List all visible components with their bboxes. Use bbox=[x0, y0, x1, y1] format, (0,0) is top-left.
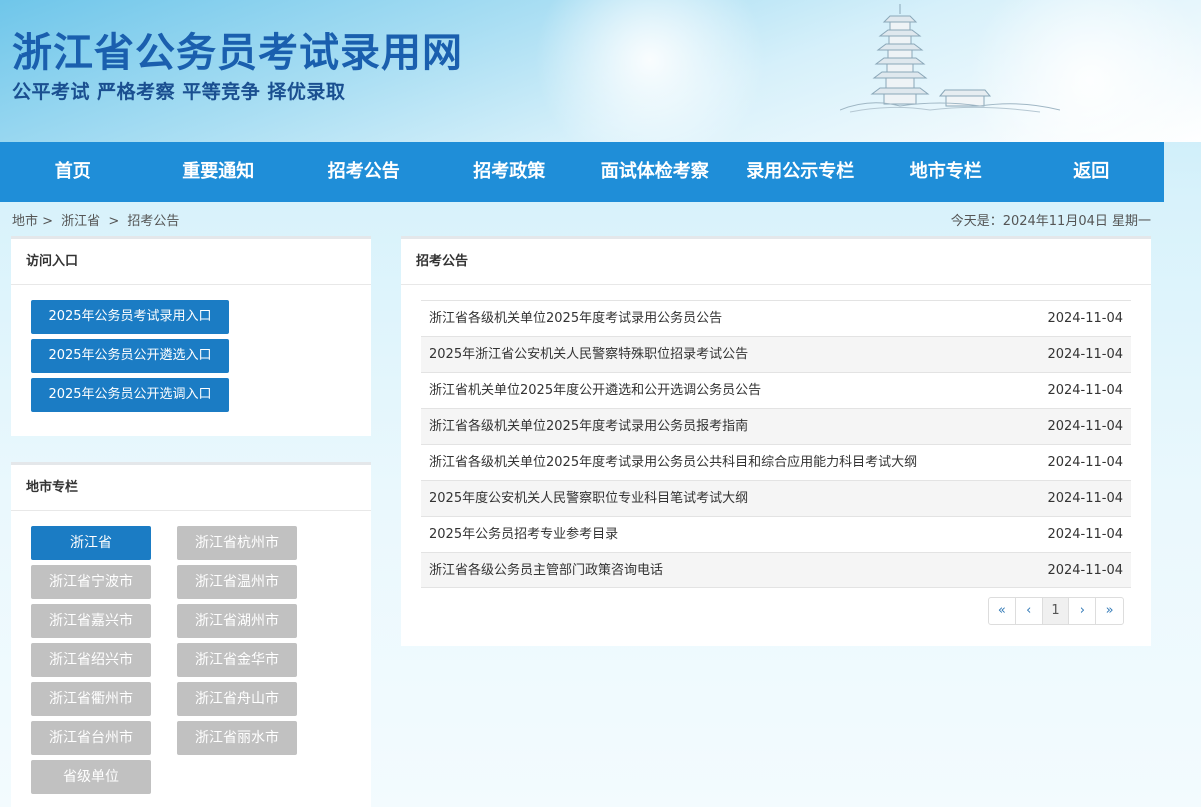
news-item-date: 2024-11-04 bbox=[1047, 455, 1123, 470]
selection-entry-button[interactable]: 2025年公务员公开遴选入口 bbox=[31, 339, 229, 373]
news-item: 浙江省各级公务员主管部门政策咨询电话 2024-11-04 bbox=[421, 552, 1131, 588]
pagoda-illustration bbox=[840, 4, 1060, 113]
city-button-huzhou[interactable]: 浙江省湖州市 bbox=[177, 604, 297, 638]
site-title: 浙江省公务员考试录用网 bbox=[12, 30, 463, 76]
nav-item-home[interactable]: 首页 bbox=[0, 142, 146, 202]
news-item: 浙江省各级机关单位2025年度考试录用公务员公告 2024-11-04 bbox=[421, 300, 1131, 336]
banner-glow bbox=[520, 0, 780, 142]
news-item-title[interactable]: 浙江省各级机关单位2025年度考试录用公务员公共科目和综合应用能力科目考试大纲 bbox=[429, 455, 917, 470]
news-item: 浙江省各级机关单位2025年度考试录用公务员报考指南 2024-11-04 bbox=[421, 408, 1131, 444]
pagination: « ‹ 1 › » bbox=[988, 597, 1124, 625]
city-panel: 地市专栏 浙江省 浙江省杭州市 浙江省宁波市 浙江省温州市 浙江省嘉兴市 浙江省… bbox=[11, 462, 371, 807]
main-nav: 首页 重要通知 招考公告 招考政策 面试体检考察 录用公示专栏 地市专栏 返回 bbox=[0, 142, 1164, 202]
news-item-title[interactable]: 浙江省机关单位2025年度公开遴选和公开选调公务员公告 bbox=[429, 383, 761, 398]
news-item: 2025年度公安机关人民警察职位专业科目笔试考试大纲 2024-11-04 bbox=[421, 480, 1131, 516]
news-item-title[interactable]: 浙江省各级机关单位2025年度考试录用公务员公告 bbox=[429, 311, 722, 326]
city-button-provincial[interactable]: 省级单位 bbox=[31, 760, 151, 794]
nav-item-announcements[interactable]: 招考公告 bbox=[291, 142, 437, 202]
news-item: 2025年浙江省公安机关人民警察特殊职位招录考试公告 2024-11-04 bbox=[421, 336, 1131, 372]
news-item-date: 2024-11-04 bbox=[1047, 491, 1123, 506]
news-item: 2025年公务员招考专业参考目录 2024-11-04 bbox=[421, 516, 1131, 552]
city-button-ningbo[interactable]: 浙江省宁波市 bbox=[31, 565, 151, 599]
nav-item-back[interactable]: 返回 bbox=[1019, 142, 1165, 202]
transfer-entry-button[interactable]: 2025年公务员公开选调入口 bbox=[31, 378, 229, 412]
city-button-quzhou[interactable]: 浙江省衢州市 bbox=[31, 682, 151, 716]
breadcrumb: 地市 > 浙江省 > 招考公告 bbox=[12, 210, 183, 229]
page-1-button[interactable]: 1 bbox=[1042, 598, 1070, 624]
site-slogan: 公平考试 严格考察 平等竞争 择优录取 bbox=[12, 81, 346, 103]
next-page-button[interactable]: › bbox=[1069, 598, 1097, 624]
breadcrumb-separator: > bbox=[108, 214, 120, 229]
nav-item-interview[interactable]: 面试体检考察 bbox=[582, 142, 728, 202]
today-date: 今天是：2024年11月04日 星期一 bbox=[950, 214, 1151, 229]
news-item-title[interactable]: 2025年浙江省公安机关人民警察特殊职位招录考试公告 bbox=[429, 347, 748, 362]
prev-page-button[interactable]: ‹ bbox=[1016, 598, 1043, 624]
breadcrumb-cities[interactable]: 地市 > bbox=[12, 214, 53, 229]
news-item-date: 2024-11-04 bbox=[1047, 311, 1123, 326]
city-button-taizhou[interactable]: 浙江省台州市 bbox=[31, 721, 151, 755]
city-button-shaoxing[interactable]: 浙江省绍兴市 bbox=[31, 643, 151, 677]
news-item-title[interactable]: 浙江省各级机关单位2025年度考试录用公务员报考指南 bbox=[429, 419, 748, 434]
news-item-date: 2024-11-04 bbox=[1047, 383, 1123, 398]
city-button-lishui[interactable]: 浙江省丽水市 bbox=[177, 721, 297, 755]
city-button-hangzhou[interactable]: 浙江省杭州市 bbox=[177, 526, 297, 560]
nav-item-notices[interactable]: 重要通知 bbox=[146, 142, 292, 202]
news-panel: 招考公告 浙江省各级机关单位2025年度考试录用公务员公告 2024-11-04… bbox=[401, 236, 1151, 646]
news-item-date: 2024-11-04 bbox=[1047, 419, 1123, 434]
city-button-jinhua[interactable]: 浙江省金华市 bbox=[177, 643, 297, 677]
news-item-date: 2024-11-04 bbox=[1047, 563, 1123, 578]
access-panel: 访问入口 2025年公务员考试录用入口 2025年公务员公开遴选入口 2025年… bbox=[11, 236, 371, 436]
news-item: 浙江省机关单位2025年度公开遴选和公开选调公务员公告 2024-11-04 bbox=[421, 372, 1131, 408]
news-item-title[interactable]: 2025年公务员招考专业参考目录 bbox=[429, 527, 618, 542]
last-page-button[interactable]: » bbox=[1096, 598, 1123, 624]
city-button-zhoushan[interactable]: 浙江省舟山市 bbox=[177, 682, 297, 716]
nav-item-publicity[interactable]: 录用公示专栏 bbox=[728, 142, 874, 202]
news-item-title[interactable]: 浙江省各级公务员主管部门政策咨询电话 bbox=[429, 563, 663, 578]
news-item: 浙江省各级机关单位2025年度考试录用公务员公共科目和综合应用能力科目考试大纲 … bbox=[421, 444, 1131, 480]
nav-item-cities[interactable]: 地市专栏 bbox=[873, 142, 1019, 202]
breadcrumb-province[interactable]: 浙江省 bbox=[61, 214, 100, 229]
news-item-date: 2024-11-04 bbox=[1047, 527, 1123, 542]
city-button-zhejiang[interactable]: 浙江省 bbox=[31, 526, 151, 560]
access-panel-title: 访问入口 bbox=[11, 239, 371, 285]
breadcrumb-current: 招考公告 bbox=[127, 214, 180, 229]
news-item-date: 2024-11-04 bbox=[1047, 347, 1123, 362]
news-item-title[interactable]: 2025年度公安机关人民警察职位专业科目笔试考试大纲 bbox=[429, 491, 748, 506]
nav-item-policy[interactable]: 招考政策 bbox=[437, 142, 583, 202]
news-panel-title: 招考公告 bbox=[401, 239, 1151, 285]
city-button-wenzhou[interactable]: 浙江省温州市 bbox=[177, 565, 297, 599]
city-button-jiaxing[interactable]: 浙江省嘉兴市 bbox=[31, 604, 151, 638]
city-panel-title: 地市专栏 bbox=[11, 465, 371, 511]
exam-entry-button[interactable]: 2025年公务员考试录用入口 bbox=[31, 300, 229, 334]
header-banner: 浙江省公务员考试录用网 公平考试 严格考察 平等竞争 择优录取 bbox=[0, 0, 1201, 142]
first-page-button[interactable]: « bbox=[989, 598, 1016, 624]
